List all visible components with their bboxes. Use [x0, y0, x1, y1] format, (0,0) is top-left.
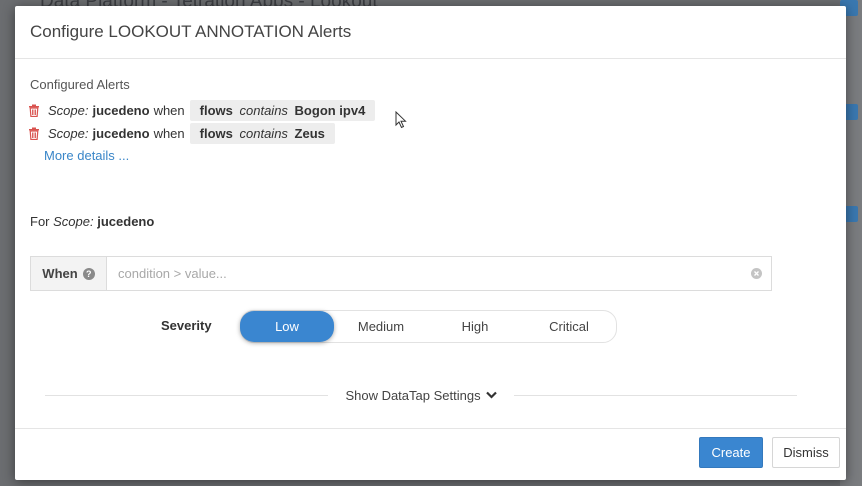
condition-operator: contains [239, 103, 288, 118]
mouse-cursor-icon [395, 111, 407, 129]
scope-label: Scope: [48, 126, 89, 141]
condition-chip: flows contains Zeus [189, 123, 335, 144]
clear-icon[interactable] [741, 257, 771, 290]
scope-name: jucedeno [97, 214, 155, 229]
condition-operator: contains [239, 126, 288, 141]
datatap-toggle-label: Show DataTap Settings [345, 387, 481, 403]
condition-value: Bogon ipv4 [294, 103, 366, 118]
modal-header: Configure LOOKOUT ANNOTATION Alerts [15, 6, 846, 59]
severity-option-low[interactable]: Low [240, 311, 334, 342]
condition-value: Zeus [294, 126, 325, 141]
help-icon[interactable]: ? [82, 267, 95, 280]
configured-alerts-label: Configured Alerts [30, 77, 130, 92]
trash-icon[interactable] [28, 104, 40, 117]
dismiss-button[interactable]: Dismiss [772, 437, 840, 468]
modal-title: Configure LOOKOUT ANNOTATION Alerts [30, 22, 352, 41]
when-label: when [153, 126, 185, 141]
divider-line [45, 394, 329, 396]
modal-footer: Create Dismiss [15, 428, 846, 480]
datatap-divider: Show DataTap Settings [45, 387, 798, 403]
severity-label: Severity [161, 318, 212, 333]
for-scope-heading: For Scope: jucedeno [30, 214, 154, 229]
condition-field: flows [199, 126, 233, 141]
condition-field: flows [199, 103, 233, 118]
scope-label: Scope: [48, 103, 89, 118]
when-condition-group: When ? [30, 256, 772, 291]
scope-label: Scope: [53, 214, 94, 229]
create-button[interactable]: Create [699, 437, 763, 468]
scope-name: jucedeno [92, 103, 150, 118]
severity-option-critical[interactable]: Critical [522, 311, 616, 342]
severity-selector: Low Medium High Critical [240, 310, 617, 343]
close-icon [750, 268, 762, 279]
chevron-down-icon [485, 391, 497, 399]
when-label: When [42, 266, 78, 281]
severity-option-high[interactable]: High [428, 311, 522, 342]
condition-chip: flows contains Bogon ipv4 [189, 100, 376, 121]
condition-input[interactable] [107, 257, 741, 290]
more-details-link[interactable]: More details ... [44, 148, 129, 163]
trash-icon[interactable] [28, 127, 40, 140]
show-datatap-settings-toggle[interactable]: Show DataTap Settings [328, 388, 513, 403]
when-label: when [153, 103, 185, 118]
alert-item: Scope: jucedeno when flows contains Bogo… [28, 100, 376, 121]
divider-line [513, 394, 798, 396]
alert-item: Scope: jucedeno when flows contains Zeus [28, 123, 335, 144]
scope-name: jucedeno [92, 126, 150, 141]
alerts-modal: Configure LOOKOUT ANNOTATION Alerts Conf… [15, 6, 846, 480]
severity-option-medium[interactable]: Medium [334, 311, 428, 342]
for-label: For [30, 214, 50, 229]
when-addon: When ? [31, 257, 107, 290]
